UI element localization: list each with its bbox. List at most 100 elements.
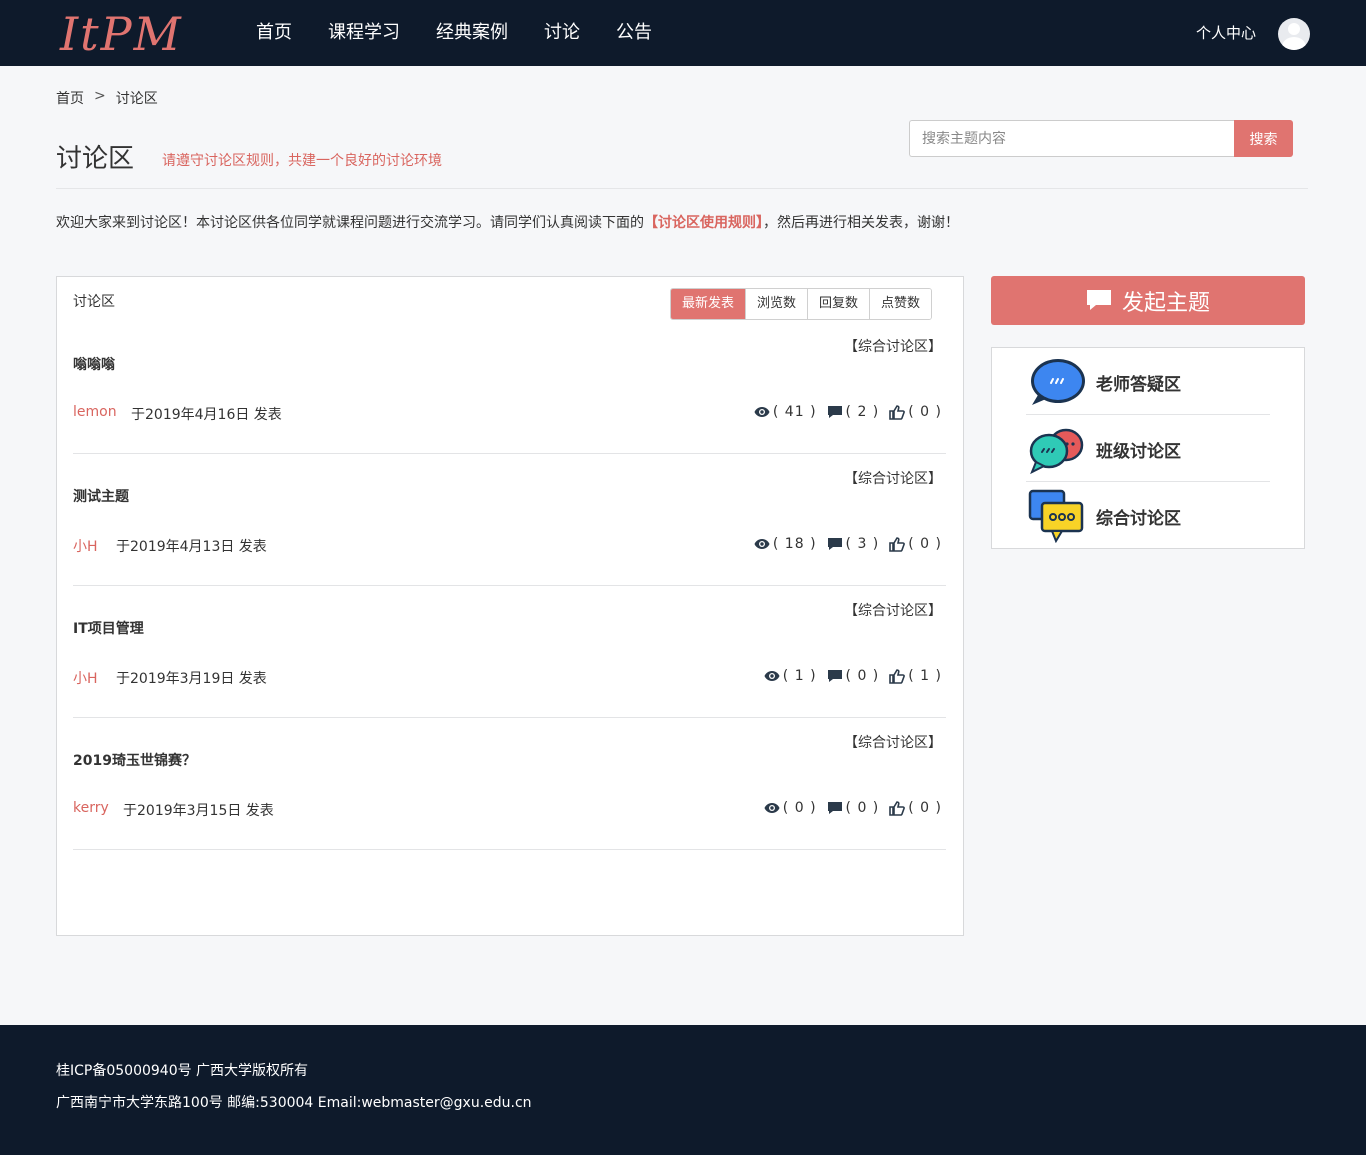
category-list: 老师答疑区 班级讨论区 综合讨论区 [991,347,1305,549]
avatar-body-shape [1282,37,1306,50]
eye-icon [754,407,770,417]
category-general-discussion[interactable]: 综合讨论区 [1026,482,1270,549]
topic-title[interactable]: 2019琦玉世锦赛？ [73,750,196,770]
topic-category[interactable]: 【综合讨论区】 [844,468,942,488]
eye-icon [764,803,780,813]
views-stat: ( 0 ) [764,800,817,816]
message-box-icon [1028,489,1084,543]
nav-cases[interactable]: 经典案例 [436,0,508,66]
topic-date: 于2019年4月13日 发表 [116,539,267,555]
user-center-link[interactable]: 个人中心 [1196,0,1256,66]
thumbs-up-icon [889,668,906,684]
category-label: 老师答疑区 [1096,375,1181,395]
avatar[interactable] [1278,18,1310,50]
category-label: 班级讨论区 [1096,442,1181,462]
topic-item: 【综合讨论区】 测试主题 小H 于2019年4月13日 发表 ( 18 ) ( … [73,454,946,586]
topic-item: 【综合讨论区】 嗡嗡嗡 lemon 于2019年4月16日 发表 ( 41 ) … [73,322,946,454]
category-label: 综合讨论区 [1096,509,1181,529]
chat-bubble-icon [1031,359,1085,405]
topic-list-panel: 讨论区 最新发表 浏览数 回复数 点赞数 【综合讨论区】 嗡嗡嗡 lemon 于… [56,276,964,936]
topic-author[interactable]: 小H [73,668,98,688]
category-class-discussion[interactable]: 班级讨论区 [1026,415,1270,482]
breadcrumb-separator: > [94,88,106,104]
topic-category[interactable]: 【综合讨论区】 [844,336,942,356]
topic-author[interactable]: lemon [73,404,117,420]
sort-likes-button[interactable]: 点赞数 [869,289,932,319]
page-title: 讨论区 [56,144,135,174]
replies-stat: ( 0 ) [827,668,880,684]
topic-item: 【综合讨论区】 2019琦玉世锦赛？ kerry 于2019年3月15日 发表 … [73,718,946,850]
comment-icon [1086,289,1111,310]
likes-count: ( 0 ) [908,536,942,552]
thumbs-up-icon [889,404,906,420]
thumbs-up-icon [889,800,906,816]
breadcrumb: 首页 > 讨论区 [56,88,158,108]
welcome-text: 欢迎大家来到讨论区！本讨论区供各位同学就课程问题进行交流学习。请同学们认真阅读下… [56,212,959,232]
views-count: ( 18 ) [772,536,817,552]
replies-stat: ( 3 ) [827,536,880,552]
topic-author[interactable]: 小H [73,536,98,556]
likes-stat[interactable]: ( 1 ) [889,668,942,684]
new-topic-button[interactable]: 发起主题 [991,276,1305,325]
avatar-head-shape [1288,23,1300,35]
footer: 桂ICP备05000940号 广西大学版权所有 广西南宁市大学东路100号 邮编… [0,1025,1366,1155]
sort-latest-button[interactable]: 最新发表 [671,289,746,319]
topic-category[interactable]: 【综合讨论区】 [844,600,942,620]
breadcrumb-home[interactable]: 首页 [56,88,84,108]
topic-stats: ( 18 ) ( 3 ) ( 0 ) [744,536,942,552]
topic-stats: ( 1 ) ( 0 ) ( 1 ) [754,668,942,684]
thumbs-up-icon [889,536,906,552]
nav-courses[interactable]: 课程学习 [328,0,400,66]
sort-views-button[interactable]: 浏览数 [745,289,808,319]
welcome-text-after: ，然后再进行相关发表，谢谢！ [763,215,959,231]
new-topic-label: 发起主题 [1121,290,1210,316]
likes-stat[interactable]: ( 0 ) [889,800,942,816]
topic-category[interactable]: 【综合讨论区】 [844,732,942,752]
likes-count: ( 0 ) [908,404,942,420]
rules-link[interactable]: 【讨论区使用规则】 [644,215,763,231]
likes-stat[interactable]: ( 0 ) [889,404,942,420]
topic-title[interactable]: 测试主题 [73,486,129,506]
nav-discussion[interactable]: 讨论 [544,0,580,66]
likes-stat[interactable]: ( 0 ) [889,536,942,552]
views-stat: ( 1 ) [764,668,817,684]
views-count: ( 0 ) [782,800,817,816]
eye-icon [754,539,770,549]
topic-author[interactable]: kerry [73,800,109,816]
topic-stats: ( 0 ) ( 0 ) ( 0 ) [754,800,942,816]
nav-home[interactable]: 首页 [256,0,292,66]
site-logo[interactable]: ItPM [60,6,183,62]
views-count: ( 1 ) [782,668,817,684]
replies-stat: ( 2 ) [827,404,880,420]
search-input[interactable] [909,120,1234,157]
replies-count: ( 0 ) [845,800,880,816]
replies-count: ( 2 ) [845,404,880,420]
topic-title[interactable]: IT项目管理 [73,618,144,638]
top-navbar: ItPM 首页 课程学习 经典案例 讨论 公告 个人中心 [0,0,1366,66]
nav-announcements[interactable]: 公告 [616,0,652,66]
likes-count: ( 0 ) [908,800,942,816]
sort-replies-button[interactable]: 回复数 [807,289,870,319]
category-teacher-qa[interactable]: 老师答疑区 [1026,348,1270,415]
breadcrumb-current: 讨论区 [115,91,158,107]
views-stat: ( 41 ) [754,404,817,420]
views-count: ( 41 ) [772,404,817,420]
footer-address: 广西南宁市大学东路100号 邮编:530004 Email:webmaster@… [56,1095,532,1111]
replies-count: ( 0 ) [845,668,880,684]
likes-count: ( 1 ) [908,668,942,684]
comment-icon [827,406,842,418]
comment-icon [827,538,842,550]
search-button[interactable]: 搜索 [1234,120,1293,157]
topic-date: 于2019年3月15日 发表 [123,803,274,819]
dual-chat-icon [1029,428,1084,475]
topic-item: 【综合讨论区】 IT项目管理 小H 于2019年3月19日 发表 ( 1 ) (… [73,586,946,718]
comment-icon [827,670,842,682]
sort-button-group: 最新发表 浏览数 回复数 点赞数 [670,288,933,320]
panel-title: 讨论区 [73,294,115,310]
eye-icon [764,671,780,681]
comment-icon [827,802,842,814]
header-divider [56,188,1308,189]
topic-date: 于2019年4月16日 发表 [131,407,282,423]
topic-title[interactable]: 嗡嗡嗡 [73,354,115,374]
welcome-text-before: 欢迎大家来到讨论区！本讨论区供各位同学就课程问题进行交流学习。请同学们认真阅读下… [56,215,644,231]
